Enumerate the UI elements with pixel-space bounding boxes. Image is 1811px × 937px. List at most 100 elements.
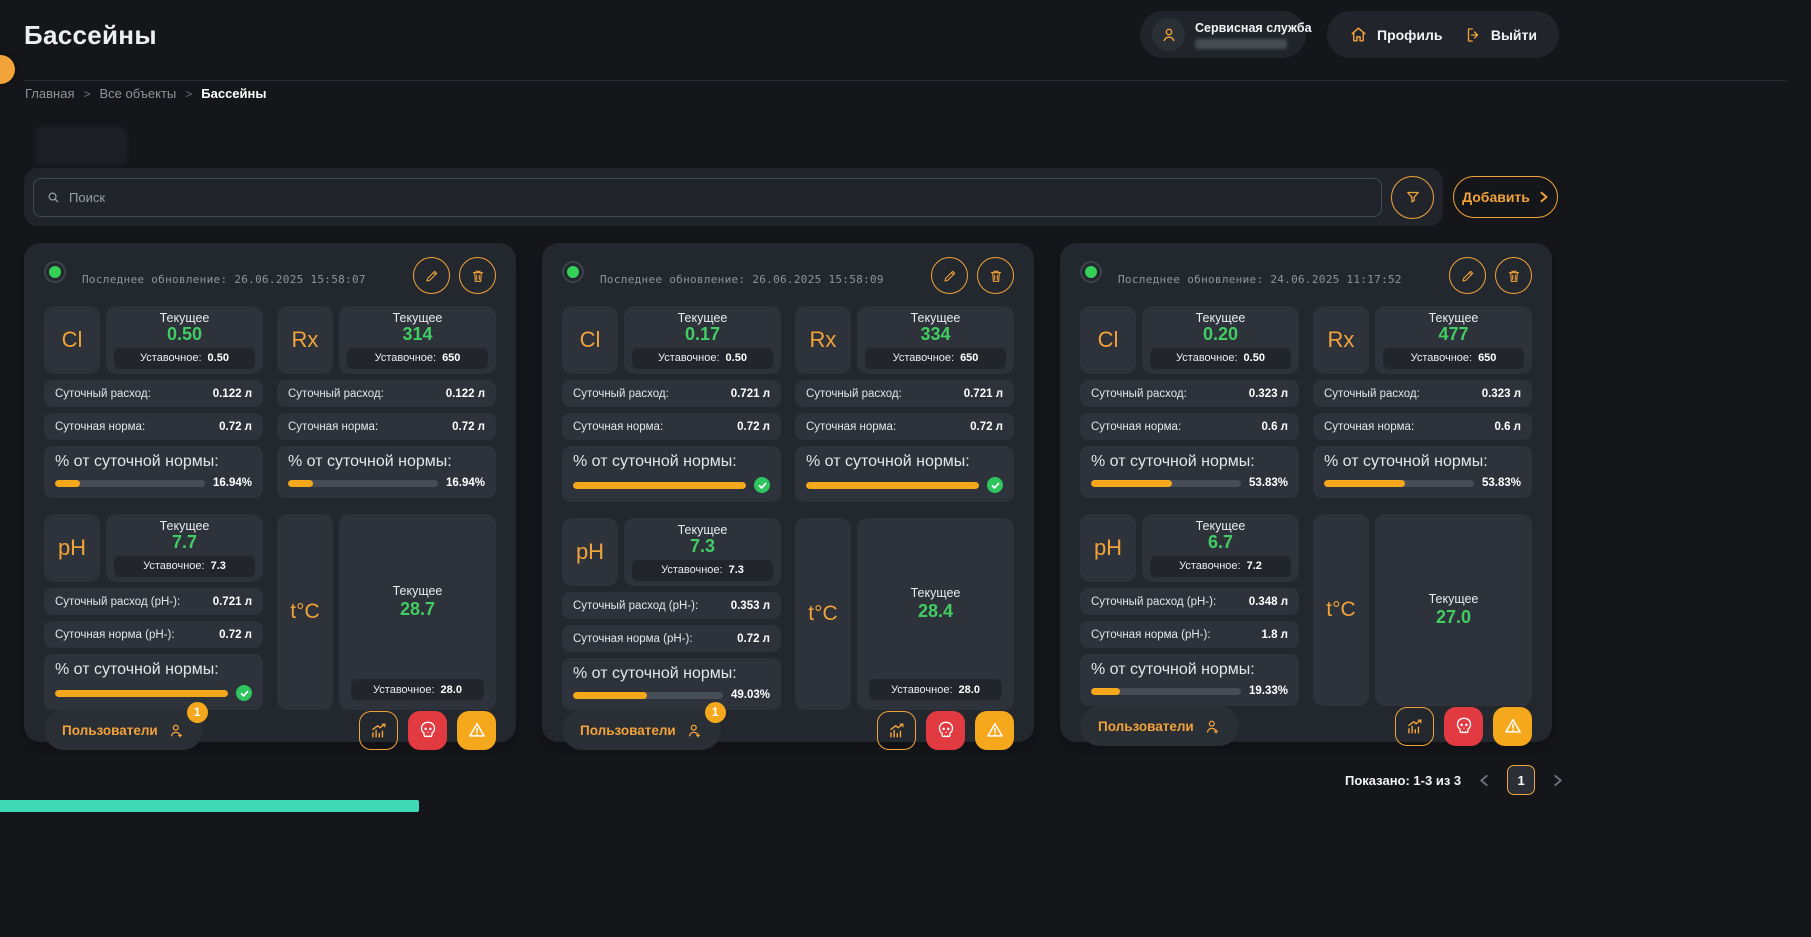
users-button[interactable]: Пользователи [1080,706,1239,746]
cl-current-value: 0.50 [167,325,202,345]
card-footer: Пользователи [1080,706,1532,746]
ph-daily-consumption-row: Суточный расход (pH-): 0.348 л [1080,588,1299,615]
page-next-button[interactable] [1551,772,1565,789]
temp-current-box: Текущее 28.7 Уставочное: 28.0 [339,514,496,710]
check-icon [236,685,252,701]
stats-button[interactable] [359,711,398,750]
breadcrumb-all-objects[interactable]: Все объекты [100,86,177,101]
filter-button[interactable] [1391,176,1434,219]
card-header: Последнее обновление: 24.06.2025 11:17:5… [1080,257,1532,294]
chart-trend-icon [369,721,388,740]
skull-icon [1454,716,1474,736]
temp-symbol: t°C [277,514,333,710]
warning-triangle-icon [467,720,487,740]
breadcrumb: Главная > Все объекты > Бассейны [25,86,266,101]
service-account-pill[interactable]: Сервисная служба [1140,11,1306,58]
users-button[interactable]: Пользователи 1 [44,710,203,750]
alarm-button[interactable] [1444,707,1483,746]
rx-daily-consumption-row: Суточный расход: 0.323 л [1313,380,1532,407]
rx-setpoint: Уставочное: 650 [865,348,1006,369]
card-footer: Пользователи 1 [562,710,1014,750]
ph-percent-value: 49.03% [731,689,770,701]
rx-percent-row: % от суточной нормы: 16.94% [277,446,496,498]
cl-symbol: Cl [44,306,100,374]
logout-button[interactable]: Выйти [1464,26,1537,44]
trash-icon [470,268,486,284]
ph-panel: pH Текущее 6.7 Уставочное: 7.2 Суточный … [1080,514,1299,706]
ph-symbol: pH [1080,514,1136,582]
alarm-button[interactable] [926,711,965,750]
rx-symbol: Rx [277,306,333,374]
rx-current-box: Текущее 314 Уставочное: 650 [339,306,496,374]
search-box[interactable] [33,178,1382,217]
search-panel [24,168,1443,226]
chevron-right-icon [1539,191,1549,203]
rx-progress-track [806,482,979,489]
user-add-icon [1204,718,1221,735]
cl-symbol: Cl [562,306,618,374]
edit-button[interactable] [1449,257,1486,294]
user-add-icon [168,722,185,739]
stats-button[interactable] [1395,707,1434,746]
rx-daily-norm-row: Суточная норма: 0.72 л [277,413,496,440]
breadcrumb-current: Бассейны [201,86,266,101]
temp-current-box: Текущее 28.4 Уставочное: 28.0 [857,518,1014,710]
rx-progress-fill [806,482,979,489]
user-icon [1160,26,1178,44]
rx-progress-fill [288,480,313,487]
temp-panel: t°C Текущее 28.4 Уставочное: 28.0 [795,518,1014,710]
ph-current-value: 6.7 [1208,533,1233,553]
temp-current-value: 28.7 [400,600,435,620]
pool-card: Последнее обновление: 26.06.2025 15:58:0… [24,243,516,742]
filter-funnel-icon [1404,188,1422,206]
profile-button[interactable]: Профиль [1349,25,1443,44]
edit-button[interactable] [413,257,450,294]
page-number-button[interactable]: 1 [1507,765,1535,795]
pagination: Показано: 1-3 из 3 1 [1345,765,1565,795]
sidebar-expand-button[interactable] [0,55,15,84]
nav-pill: Профиль Выйти [1327,11,1559,58]
delete-button[interactable] [977,257,1014,294]
search-icon [46,190,61,205]
pool-card: Последнее обновление: 24.06.2025 11:17:5… [1060,243,1552,742]
status-indicator [1080,261,1102,283]
delete-button[interactable] [1495,257,1532,294]
cl-setpoint: Уставочное: 0.50 [632,348,773,369]
edit-button[interactable] [931,257,968,294]
rx-current-box: Текущее 334 Уставочное: 650 [857,306,1014,374]
ph-current-box: Текущее 7.7 Уставочное: 7.3 [106,514,263,582]
ph-progress-fill [573,692,647,699]
cl-daily-norm-row: Суточная норма: 0.6 л [1080,413,1299,440]
temp-current-value: 28.4 [918,602,953,622]
warning-triangle-icon [1503,716,1523,736]
alarm-button[interactable] [408,711,447,750]
cl-daily-norm-row: Суточная норма: 0.72 л [562,413,781,440]
warning-button[interactable] [1493,707,1532,746]
users-button[interactable]: Пользователи 1 [562,710,721,750]
cl-progress-track [55,480,205,487]
param-grid: Cl Текущее 0.20 Уставочное: 0.50 Суточны… [1080,306,1532,706]
ph-current-box: Текущее 7.3 Уставочное: 7.3 [624,518,781,586]
last-update: Последнее обновление: 26.06.2025 15:58:0… [82,273,366,286]
chevron-left-icon [1479,774,1489,787]
add-button[interactable]: Добавить [1453,176,1558,218]
delete-button[interactable] [459,257,496,294]
rx-percent-value: 16.94% [446,477,485,489]
card-header: Последнее обновление: 26.06.2025 15:58:0… [44,257,496,294]
warning-button[interactable] [457,711,496,750]
page-prev-button[interactable] [1477,772,1491,789]
warning-button[interactable] [975,711,1014,750]
rx-daily-consumption-row: Суточный расход: 0.122 л [277,380,496,407]
rx-symbol: Rx [1313,306,1369,374]
rx-progress-track [288,480,438,487]
card-footer: Пользователи 1 [44,710,496,750]
ph-daily-norm-row: Суточная норма (pH-): 0.72 л [44,621,263,648]
rx-daily-consumption-row: Суточный расход: 0.721 л [795,380,1014,407]
search-input[interactable] [69,190,1369,205]
chart-trend-icon [1405,717,1424,736]
stats-button[interactable] [877,711,916,750]
ph-percent-row: % от суточной нормы: 19.33% [1080,654,1299,706]
breadcrumb-home[interactable]: Главная [25,86,74,101]
users-badge: 1 [187,702,208,723]
ph-progress-track [55,690,228,697]
